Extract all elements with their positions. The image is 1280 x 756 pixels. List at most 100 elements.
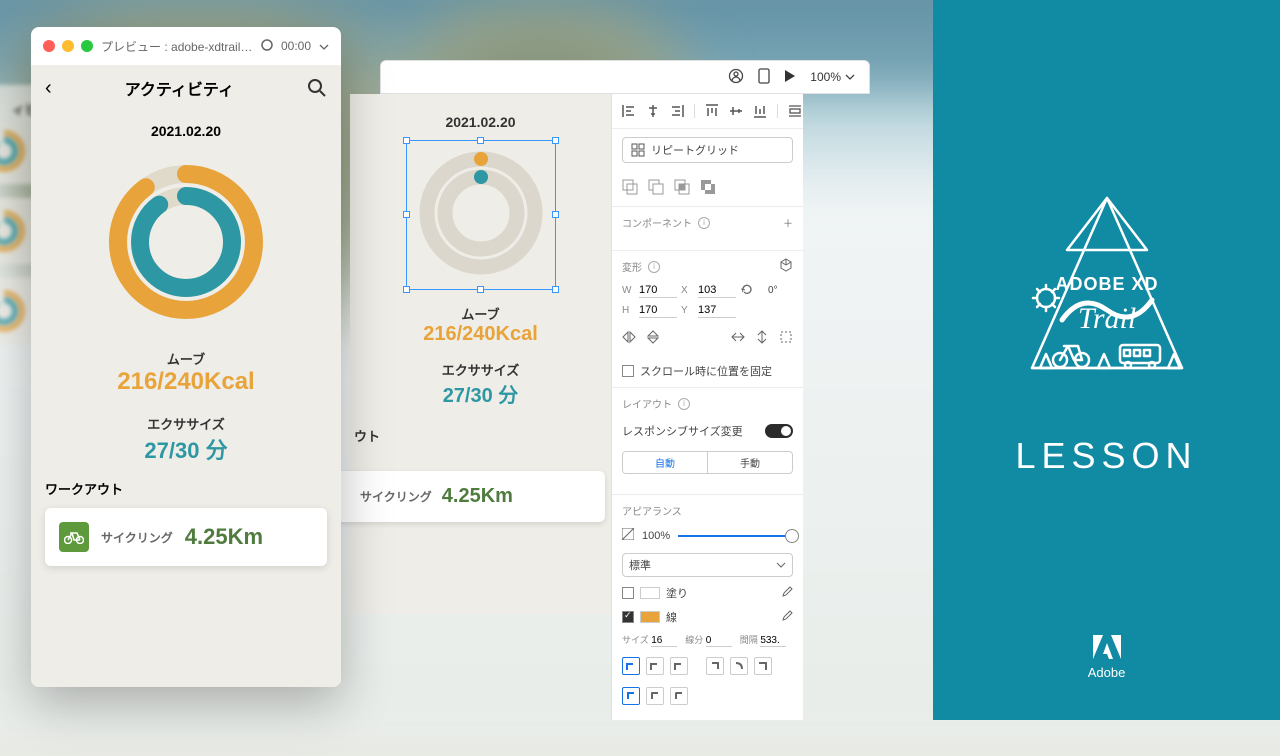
stroke-dash-input[interactable] [706, 635, 732, 647]
svg-text:Trail: Trail [1077, 302, 1135, 335]
rotate-icon[interactable] [740, 282, 764, 299]
transform-section-label: 変形 [622, 259, 642, 274]
seg-auto[interactable]: 自動 [623, 452, 708, 473]
preview-title: プレビュー : adobe-xdtrail-less... [101, 38, 253, 55]
xd-trail-logo: ADOBE XD Trail [1012, 190, 1202, 385]
stroke-gap-input[interactable] [760, 635, 786, 647]
join-miter-icon[interactable] [622, 687, 640, 705]
back-button[interactable]: ‹ [45, 77, 52, 100]
zoom-level[interactable]: 100% [810, 70, 855, 84]
minimize-icon[interactable] [62, 40, 74, 52]
timer-value: 00:00 [281, 39, 311, 53]
move-value: 216/240Kcal [350, 323, 611, 346]
stroke-align-center-icon[interactable] [646, 657, 664, 675]
move-label: ムーブ [31, 349, 341, 368]
seg-manual[interactable]: 手動 [708, 452, 792, 473]
boolean-subtract-icon[interactable] [648, 179, 664, 198]
adobe-logo: Adobe [1088, 635, 1126, 680]
xd-top-toolbar: 100% [380, 60, 870, 94]
cap-square-icon[interactable] [754, 657, 772, 675]
align-h-center-icon[interactable] [646, 104, 660, 118]
cycling-icon [59, 522, 89, 552]
stroke-label: 線 [666, 609, 677, 625]
repeat-grid-button[interactable]: リピートグリッド [622, 137, 793, 163]
search-icon[interactable] [307, 78, 327, 98]
chevron-down-icon[interactable] [319, 39, 329, 53]
align-v-center-icon[interactable] [729, 104, 743, 118]
exercise-label: エクササイズ [31, 414, 341, 433]
join-round-icon[interactable] [646, 687, 664, 705]
stroke-align-outer-icon[interactable] [670, 657, 688, 675]
xd-artboard-canvas[interactable]: 2021.02.20 ムーブ216/240Kcal エクササイズ27/30 分 … [350, 94, 611, 614]
stroke-align-inner-icon[interactable] [622, 657, 640, 675]
move-value: 216/240Kcal [31, 368, 341, 396]
workout-name-trunc: サイクリング [360, 488, 432, 505]
y-input[interactable] [698, 303, 736, 318]
opacity-value: 100% [642, 530, 670, 542]
responsive-mode-segment[interactable]: 自動 手動 [622, 451, 793, 474]
responsive-toggle[interactable] [765, 424, 793, 438]
cap-round-icon[interactable] [730, 657, 748, 675]
boolean-intersect-icon[interactable] [674, 179, 690, 198]
fill-label: 塗り [666, 585, 688, 601]
fill-swatch[interactable] [640, 587, 660, 599]
stroke-swatch[interactable] [640, 611, 660, 623]
lesson-title: LESSON [1015, 435, 1197, 477]
selected-ring-group[interactable] [406, 140, 556, 290]
window-traffic-lights[interactable] [43, 40, 93, 52]
boolean-exclude-icon[interactable] [700, 179, 716, 198]
fix-scroll-label: スクロール時に位置を固定 [640, 363, 772, 379]
component-section-label: コンポーネント [622, 215, 692, 230]
close-icon[interactable] [43, 40, 55, 52]
info-icon[interactable]: i [698, 217, 710, 229]
flip-h-icon[interactable] [622, 330, 636, 347]
boolean-add-icon[interactable] [622, 179, 638, 198]
stroke-size-input[interactable] [651, 635, 677, 647]
add-component-button[interactable]: ＋ [783, 215, 793, 230]
eyedropper-icon[interactable] [781, 610, 793, 625]
fix-scroll-checkbox[interactable] [622, 365, 634, 377]
maximize-icon[interactable] [81, 40, 93, 52]
align-top-icon[interactable] [705, 104, 719, 118]
xd-inspector-panel: リピートグリッド コンポーネント i ＋ 変形 i W X 0° H Y スクロ… [611, 94, 803, 720]
flip-v-icon[interactable] [646, 330, 660, 347]
workout-card[interactable]: サイクリング 4.25Km [45, 508, 327, 566]
align-left-icon[interactable] [622, 104, 636, 118]
height-input[interactable] [639, 303, 677, 318]
fill-checkbox[interactable] [622, 587, 634, 599]
flip-h2-icon[interactable] [731, 330, 745, 347]
align-right-icon[interactable] [670, 104, 684, 118]
align-bottom-icon[interactable] [753, 104, 767, 118]
activity-date: 2021.02.20 [31, 111, 341, 145]
blend-mode-select[interactable]: 標準 [622, 553, 793, 577]
workout-label-trunc: ウト [350, 408, 611, 445]
play-icon[interactable] [784, 69, 796, 86]
opacity-slider[interactable] [678, 535, 793, 537]
cap-butt-icon[interactable] [706, 657, 724, 675]
preview-titlebar[interactable]: プレビュー : adobe-xdtrail-less... 00:00 [31, 27, 341, 65]
info-icon[interactable]: i [678, 398, 690, 410]
workout-distance: 4.25Km [185, 524, 263, 550]
xd-preview-window: プレビュー : adobe-xdtrail-less... 00:00 ‹ アク… [31, 27, 341, 687]
record-icon[interactable] [261, 39, 273, 54]
share-icon[interactable] [728, 68, 744, 87]
info-icon[interactable]: i [648, 261, 660, 273]
width-input[interactable] [639, 283, 677, 298]
app-header: ‹ アクティビティ [31, 65, 341, 111]
x-input[interactable] [698, 283, 736, 298]
exercise-label: エクササイズ [350, 360, 611, 379]
distribute-icon[interactable] [788, 104, 802, 118]
mobile-preview-icon[interactable] [758, 68, 770, 87]
workout-card-artboard: サイクリング 4.25Km [324, 471, 605, 522]
join-bevel-icon[interactable] [670, 687, 688, 705]
eyedropper-icon[interactable] [781, 586, 793, 601]
activity-rings [31, 145, 341, 335]
workout-name: サイクリング [101, 529, 173, 546]
opacity-checkbox-icon[interactable] [622, 528, 634, 543]
flip-v2-icon[interactable] [755, 330, 769, 347]
align-tools-row [612, 94, 803, 129]
exercise-value: 27/30 分 [350, 379, 611, 408]
crop-icon[interactable] [779, 330, 793, 347]
cube-3d-icon[interactable] [779, 258, 793, 275]
stroke-checkbox[interactable] [622, 611, 634, 623]
